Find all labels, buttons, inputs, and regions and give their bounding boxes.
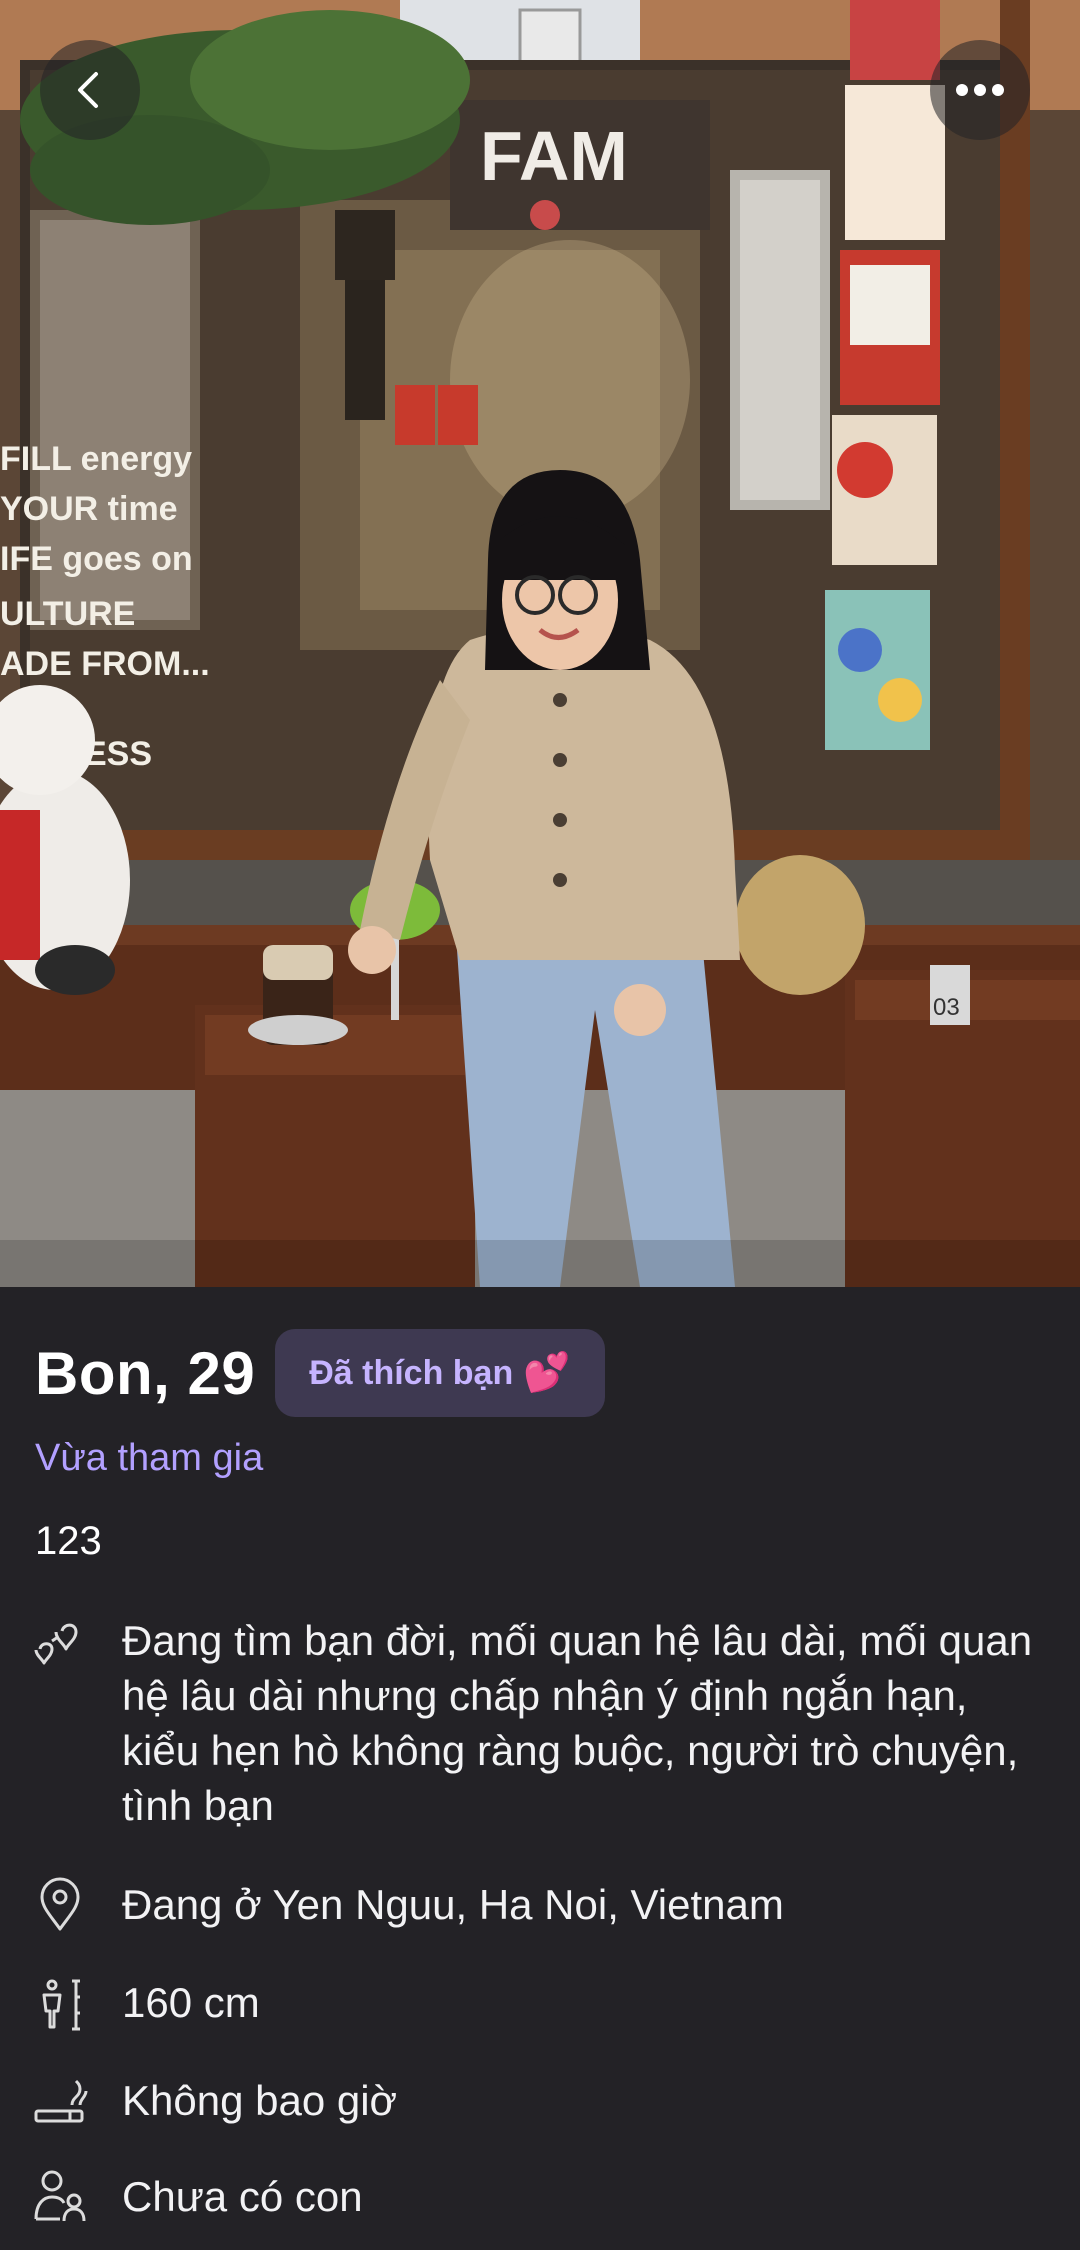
profile-photo[interactable]: FAM FILL energy YOUR time IFE goes on UL… [0, 0, 1080, 1287]
ellipsis-icon [956, 84, 1004, 96]
name-row: Bon, 29 Đã thích bạn 💕 [35, 1329, 605, 1417]
smoking-text: Không bao giờ [122, 2077, 398, 2124]
chevron-left-icon [78, 72, 98, 108]
back-button[interactable] [40, 40, 140, 140]
location-pin-icon [40, 1877, 80, 1931]
profile-name-age: Bon, 29 [35, 1339, 256, 1407]
two-hearts-icon: 💕 [523, 1352, 571, 1394]
relationship-goals-text: Đang tìm bạn đời, mối quan hệ lâu dài, m… [122, 1617, 1033, 1829]
profile-bio: 123 [35, 1519, 102, 1563]
storefront-word-5: ADE FROM... [0, 645, 210, 683]
profile-info-panel: Bon, 29 Đã thích bạn 💕 Vừa tham gia 123 … [0, 1287, 1080, 2250]
profile-screen: FAM FILL energy YOUR time IFE goes on UL… [0, 0, 1080, 2250]
more-options-button[interactable] [930, 40, 1030, 140]
storefront-word-2: YOUR time [0, 490, 178, 528]
shop-sign-text: FAM [480, 117, 628, 195]
table-number: 03 [933, 994, 960, 1021]
photo-illustration: FAM FILL energy YOUR time IFE goes on UL… [0, 0, 1080, 1287]
children-text: Chưa có con [122, 2173, 363, 2220]
liked-you-badge: Đã thích bạn 💕 [275, 1329, 605, 1417]
location-text: Đang ở Yen Nguu, Ha Noi, Vietnam [122, 1881, 784, 1928]
storefront-word-4: ULTURE [0, 595, 135, 633]
storefront-word-1: FILL energy [0, 440, 192, 478]
children-icon [34, 2170, 86, 2222]
liked-you-label: Đã thích bạn [309, 1353, 514, 1392]
height-text: 160 cm [122, 1979, 260, 2026]
smoking-icon [34, 2079, 88, 2123]
height-icon [42, 1979, 80, 2031]
recently-joined-label: Vừa tham gia [35, 1437, 264, 1479]
storefront-word-3: IFE goes on [0, 540, 193, 578]
relationship-hearts-icon [34, 1623, 78, 1665]
